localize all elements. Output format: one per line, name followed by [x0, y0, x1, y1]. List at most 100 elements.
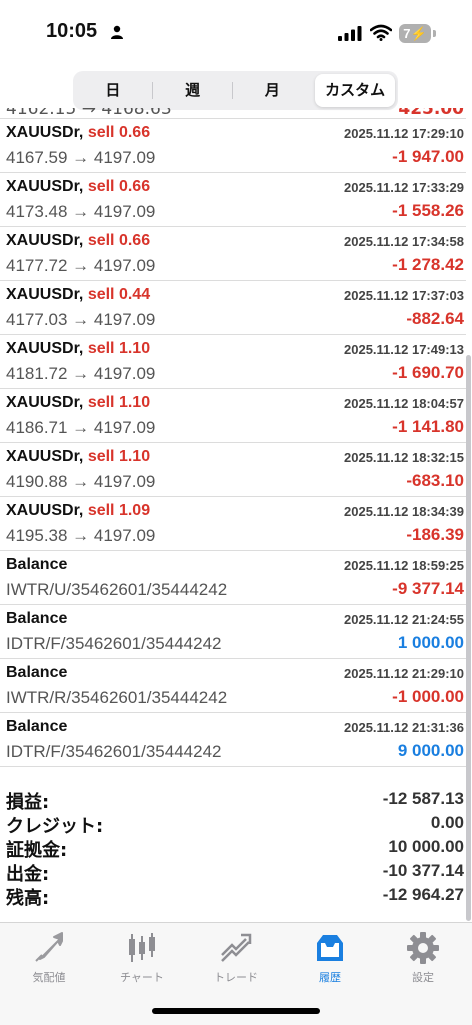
tab-label: 気配値 — [32, 971, 66, 984]
segment-month[interactable]: 月 — [233, 74, 313, 107]
row-date: 2025.11.12 18:59:25 — [344, 558, 464, 573]
history-row[interactable]: Balance 2025.11.12 21:31:36 IDTR/F/35462… — [0, 712, 466, 767]
history-row[interactable]: XAUUSDr, sell 1.10 2025.11.12 18:32:15 4… — [0, 442, 466, 497]
row-profit: -1 947.00 — [392, 147, 464, 166]
row-side: sell 1.09 — [87, 502, 151, 519]
row-symbol: Balance — [6, 718, 68, 735]
history-row[interactable]: Balance 2025.11.12 21:24:55 IDTR/F/35462… — [0, 604, 466, 659]
scrollbar[interactable] — [466, 355, 471, 921]
row-profit: 1 000.00 — [397, 633, 464, 652]
tab-trade[interactable]: トレード — [191, 931, 281, 985]
history-row[interactable]: Balance 2025.11.12 21:29:10 IWTR/R/35462… — [0, 658, 466, 713]
status-bar: 10:05 7⚡ — [0, 0, 472, 62]
row-side: sell 0.66 — [87, 124, 151, 141]
row-profit: -683.10 — [406, 471, 464, 490]
tab-settings[interactable]: 設定 — [378, 931, 468, 985]
history-row[interactable]: XAUUSDr, sell 1.09 2025.11.12 18:34:39 4… — [0, 496, 466, 551]
person-icon — [111, 25, 123, 39]
row-date: 2025.11.12 17:33:29 — [344, 180, 464, 195]
row-profit: -1 141.80 — [392, 417, 464, 436]
history-row[interactable]: XAUUSDr, sell 1.10 2025.11.12 17:49:13 4… — [0, 334, 466, 389]
period-segmented-control: 日 週 月 カスタム — [73, 71, 398, 110]
history-row[interactable]: XAUUSDr, sell 0.44 2025.11.12 17:37:03 4… — [0, 280, 466, 335]
row-profit: -1 558.26 — [392, 201, 464, 220]
row-symbol: XAUUSDr, — [6, 502, 84, 519]
tab-label: 設定 — [412, 971, 434, 984]
row-comment: IDTR/F/35462601/35444242 — [6, 634, 222, 653]
battery-level: 7 — [403, 26, 411, 41]
row-side: sell 1.10 — [87, 394, 151, 411]
row-date: 2025.11.12 17:49:13 — [344, 342, 464, 357]
row-prices: 4195.38 → 4197.09 — [6, 526, 156, 545]
summary-label: 残高: — [6, 888, 50, 909]
row-side: sell 1.10 — [87, 340, 151, 357]
history-row[interactable]: XAUUSDr, sell 0.66 2025.11.12 17:34:58 4… — [0, 226, 466, 281]
row-symbol: XAUUSDr, — [6, 178, 84, 195]
trade-icon — [221, 933, 252, 962]
row-date: 2025.11.12 18:04:57 — [344, 396, 464, 411]
tab-quotes[interactable]: 気配値 — [4, 931, 94, 985]
summary-row-credit: クレジット: 0.00 — [0, 812, 466, 837]
history-row[interactable]: XAUUSDr, sell 0.66 2025.11.12 17:33:29 4… — [0, 172, 466, 227]
summary-value: -10 377.14 — [382, 861, 464, 880]
row-symbol: Balance — [6, 556, 68, 573]
row-date: 2025.11.12 18:32:15 — [344, 450, 464, 465]
tab-label: トレード — [214, 971, 258, 984]
quotes-icon — [35, 932, 63, 962]
row-profit: -186.39 — [406, 525, 464, 544]
row-date: 2025.11.12 21:29:10 — [344, 666, 464, 681]
row-profit: -1 690.70 — [392, 363, 464, 382]
row-symbol: XAUUSDr, — [6, 340, 84, 357]
signal-icon — [338, 26, 362, 41]
tab-label: 履歴 — [319, 971, 341, 984]
status-time: 10:05 — [46, 20, 98, 42]
chart-icon — [129, 933, 155, 962]
row-profit: -9 377.14 — [392, 579, 464, 598]
home-indicator[interactable] — [152, 1008, 320, 1014]
row-profit: -882.64 — [406, 309, 464, 328]
history-row[interactable]: XAUUSDr, sell 0.66 2025.11.12 17:29:10 4… — [0, 118, 466, 173]
tab-chart[interactable]: チャート — [97, 931, 187, 985]
row-prices: 4167.59 → 4197.09 — [6, 148, 156, 167]
row-date: 2025.11.12 18:34:39 — [344, 504, 464, 519]
history-row[interactable]: XAUUSDr, sell 1.10 2025.11.12 18:04:57 4… — [0, 388, 466, 443]
segment-custom[interactable]: カスタム — [315, 74, 395, 107]
tab-history[interactable]: 履歴 — [285, 931, 375, 985]
row-comment: IWTR/U/35462601/35444242 — [6, 580, 228, 599]
row-symbol: XAUUSDr, — [6, 448, 84, 465]
row-date: 2025.11.12 21:24:55 — [344, 612, 464, 627]
row-symbol: XAUUSDr, — [6, 286, 84, 303]
row-symbol: XAUUSDr, — [6, 124, 84, 141]
row-symbol: XAUUSDr, — [6, 394, 84, 411]
row-prices: 4173.48 → 4197.09 — [6, 202, 156, 221]
summary-value: -12 587.13 — [382, 789, 464, 808]
summary-row-deposit: 証拠金: 10 000.00 — [0, 836, 466, 861]
segment-week[interactable]: 週 — [153, 74, 233, 107]
summary-value: -12 964.27 — [382, 885, 464, 904]
summary-label: 損益: — [6, 792, 50, 813]
row-side: sell 1.10 — [87, 448, 151, 465]
summary-row-profit: 損益: -12 587.13 — [0, 788, 466, 813]
wifi-icon — [370, 24, 392, 41]
summary-row-balance: 残高: -12 964.27 — [0, 884, 466, 909]
battery-icon: 7⚡ — [399, 24, 431, 43]
settings-icon — [407, 932, 439, 964]
history-row[interactable]: Balance 2025.11.12 18:59:25 IWTR/U/35462… — [0, 550, 466, 605]
battery-tip — [433, 30, 436, 37]
row-date: 2025.11.12 17:37:03 — [344, 288, 464, 303]
summary-row-withdrawal: 出金: -10 377.14 — [0, 860, 466, 885]
row-comment: IWTR/R/35462601/35444242 — [6, 688, 228, 707]
row-date: 2025.11.12 17:34:58 — [344, 234, 464, 249]
row-prices: 4177.72 → 4197.09 — [6, 256, 156, 275]
row-profit: 9 000.00 — [397, 741, 464, 760]
row-symbol: Balance — [6, 664, 68, 681]
row-comment: IDTR/F/35462601/35444242 — [6, 742, 222, 761]
history-list[interactable]: 4162.15 → 4168.63 425.00 XAUUSDr, sell 0… — [0, 108, 466, 922]
row-symbol: XAUUSDr, — [6, 232, 84, 249]
row-side: sell 0.66 — [87, 178, 151, 195]
row-profit: -1 000.00 — [392, 687, 464, 706]
row-profit: -1 278.42 — [392, 255, 464, 274]
tab-label: チャート — [120, 971, 164, 984]
segment-day[interactable]: 日 — [73, 74, 153, 107]
summary-section: 損益: -12 587.13 クレジット: 0.00 証拠金: 10 000.0… — [0, 788, 466, 909]
